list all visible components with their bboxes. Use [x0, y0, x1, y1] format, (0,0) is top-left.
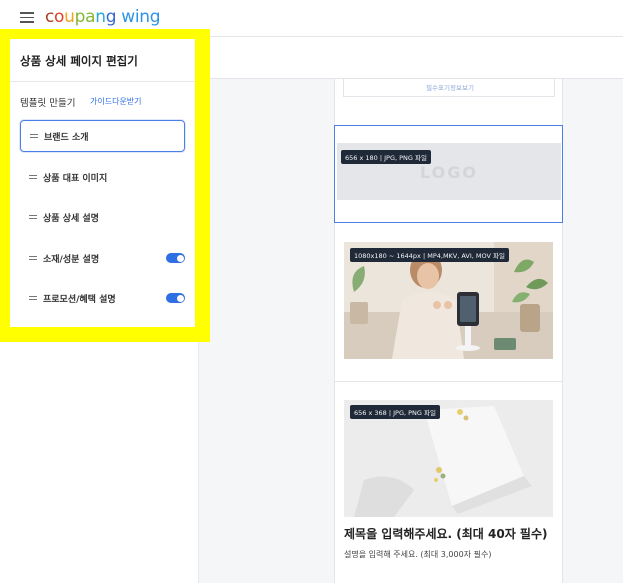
logo-placeholder-text: LOGO [420, 163, 478, 182]
brand-logo-block[interactable]: LOGO 656 x 180 | JPG, PNG 파일 [334, 125, 563, 223]
logo-letter: o [54, 7, 65, 27]
editor-header-strip [200, 37, 623, 79]
hamburger-icon[interactable] [20, 12, 34, 23]
sidebar-item-detail-description[interactable]: 상품 상세 설명 [20, 201, 185, 233]
material-toggle[interactable] [166, 253, 185, 263]
logo-wing: wing [121, 7, 161, 27]
sidebar-item-label: 소재/성분 설명 [43, 254, 100, 265]
sidebar-item-promotion[interactable]: 프로모션/혜택 설명 [20, 282, 185, 314]
sidebar-divider [10, 81, 195, 82]
drag-handle-icon[interactable] [30, 132, 38, 140]
template-label: 템플릿 만들기 [20, 98, 76, 109]
content-title-placeholder[interactable]: 제목을 입력해주세요. (최대 40자 필수) [344, 525, 548, 542]
logo-letter: g [105, 7, 117, 27]
drag-handle-icon[interactable] [29, 254, 37, 262]
logo-letter: c [45, 7, 55, 27]
sidebar-item-main-image[interactable]: 상품 대표 이미지 [20, 161, 185, 193]
app-window: coupang wing 필수표기정보보기 LOGO 656 x 180 | JP… [0, 0, 623, 583]
logo-letter: pa [74, 7, 96, 27]
drag-handle-icon[interactable] [29, 294, 37, 302]
sidebar-highlight: 상품 상세 페이지 편집기 템플릿 만들기 가이드다운받기 브랜드 소개 상품 … [0, 29, 210, 342]
editor-sidebar: 상품 상세 페이지 편집기 템플릿 만들기 가이드다운받기 브랜드 소개 상품 … [10, 39, 195, 327]
sidebar-item-label: 브랜드 소개 [44, 132, 89, 143]
logo-letter: u [64, 7, 75, 27]
logo-size-chip: 656 x 180 | JPG, PNG 파일 [341, 150, 431, 164]
sidebar-item-brand-intro[interactable]: 브랜드 소개 [20, 120, 185, 152]
sidebar-item-label: 상품 상세 설명 [43, 213, 99, 224]
guide-download-link[interactable]: 가이드다운받기 [90, 96, 142, 107]
logo-letter: n [95, 7, 106, 27]
required-info-link[interactable]: 필수표기정보보기 [344, 82, 556, 92]
coupang-wing-logo[interactable]: coupang wing [45, 7, 161, 27]
drag-handle-icon[interactable] [29, 213, 37, 221]
promotion-toggle[interactable] [166, 293, 185, 303]
sidebar-item-material[interactable]: 소재/성분 설명 [20, 242, 185, 274]
sidebar-item-label: 상품 대표 이미지 [43, 173, 108, 184]
section-separator [335, 381, 562, 382]
required-info-box: 필수표기정보보기 [343, 79, 555, 97]
video-size-chip: 1080x180 ~ 1644px | MP4,MKV, AVI, MOV 파일 [350, 248, 509, 262]
content-description-placeholder[interactable]: 설명을 입력해 주세요. (최대 3,000자 필수) [344, 549, 491, 560]
sidebar-title: 상품 상세 페이지 편집기 [20, 54, 138, 68]
sidebar-item-label: 프로모션/혜택 설명 [43, 294, 116, 305]
drag-handle-icon[interactable] [29, 173, 37, 181]
image-size-chip: 656 x 368 | JPG, PNG 파일 [350, 405, 440, 419]
